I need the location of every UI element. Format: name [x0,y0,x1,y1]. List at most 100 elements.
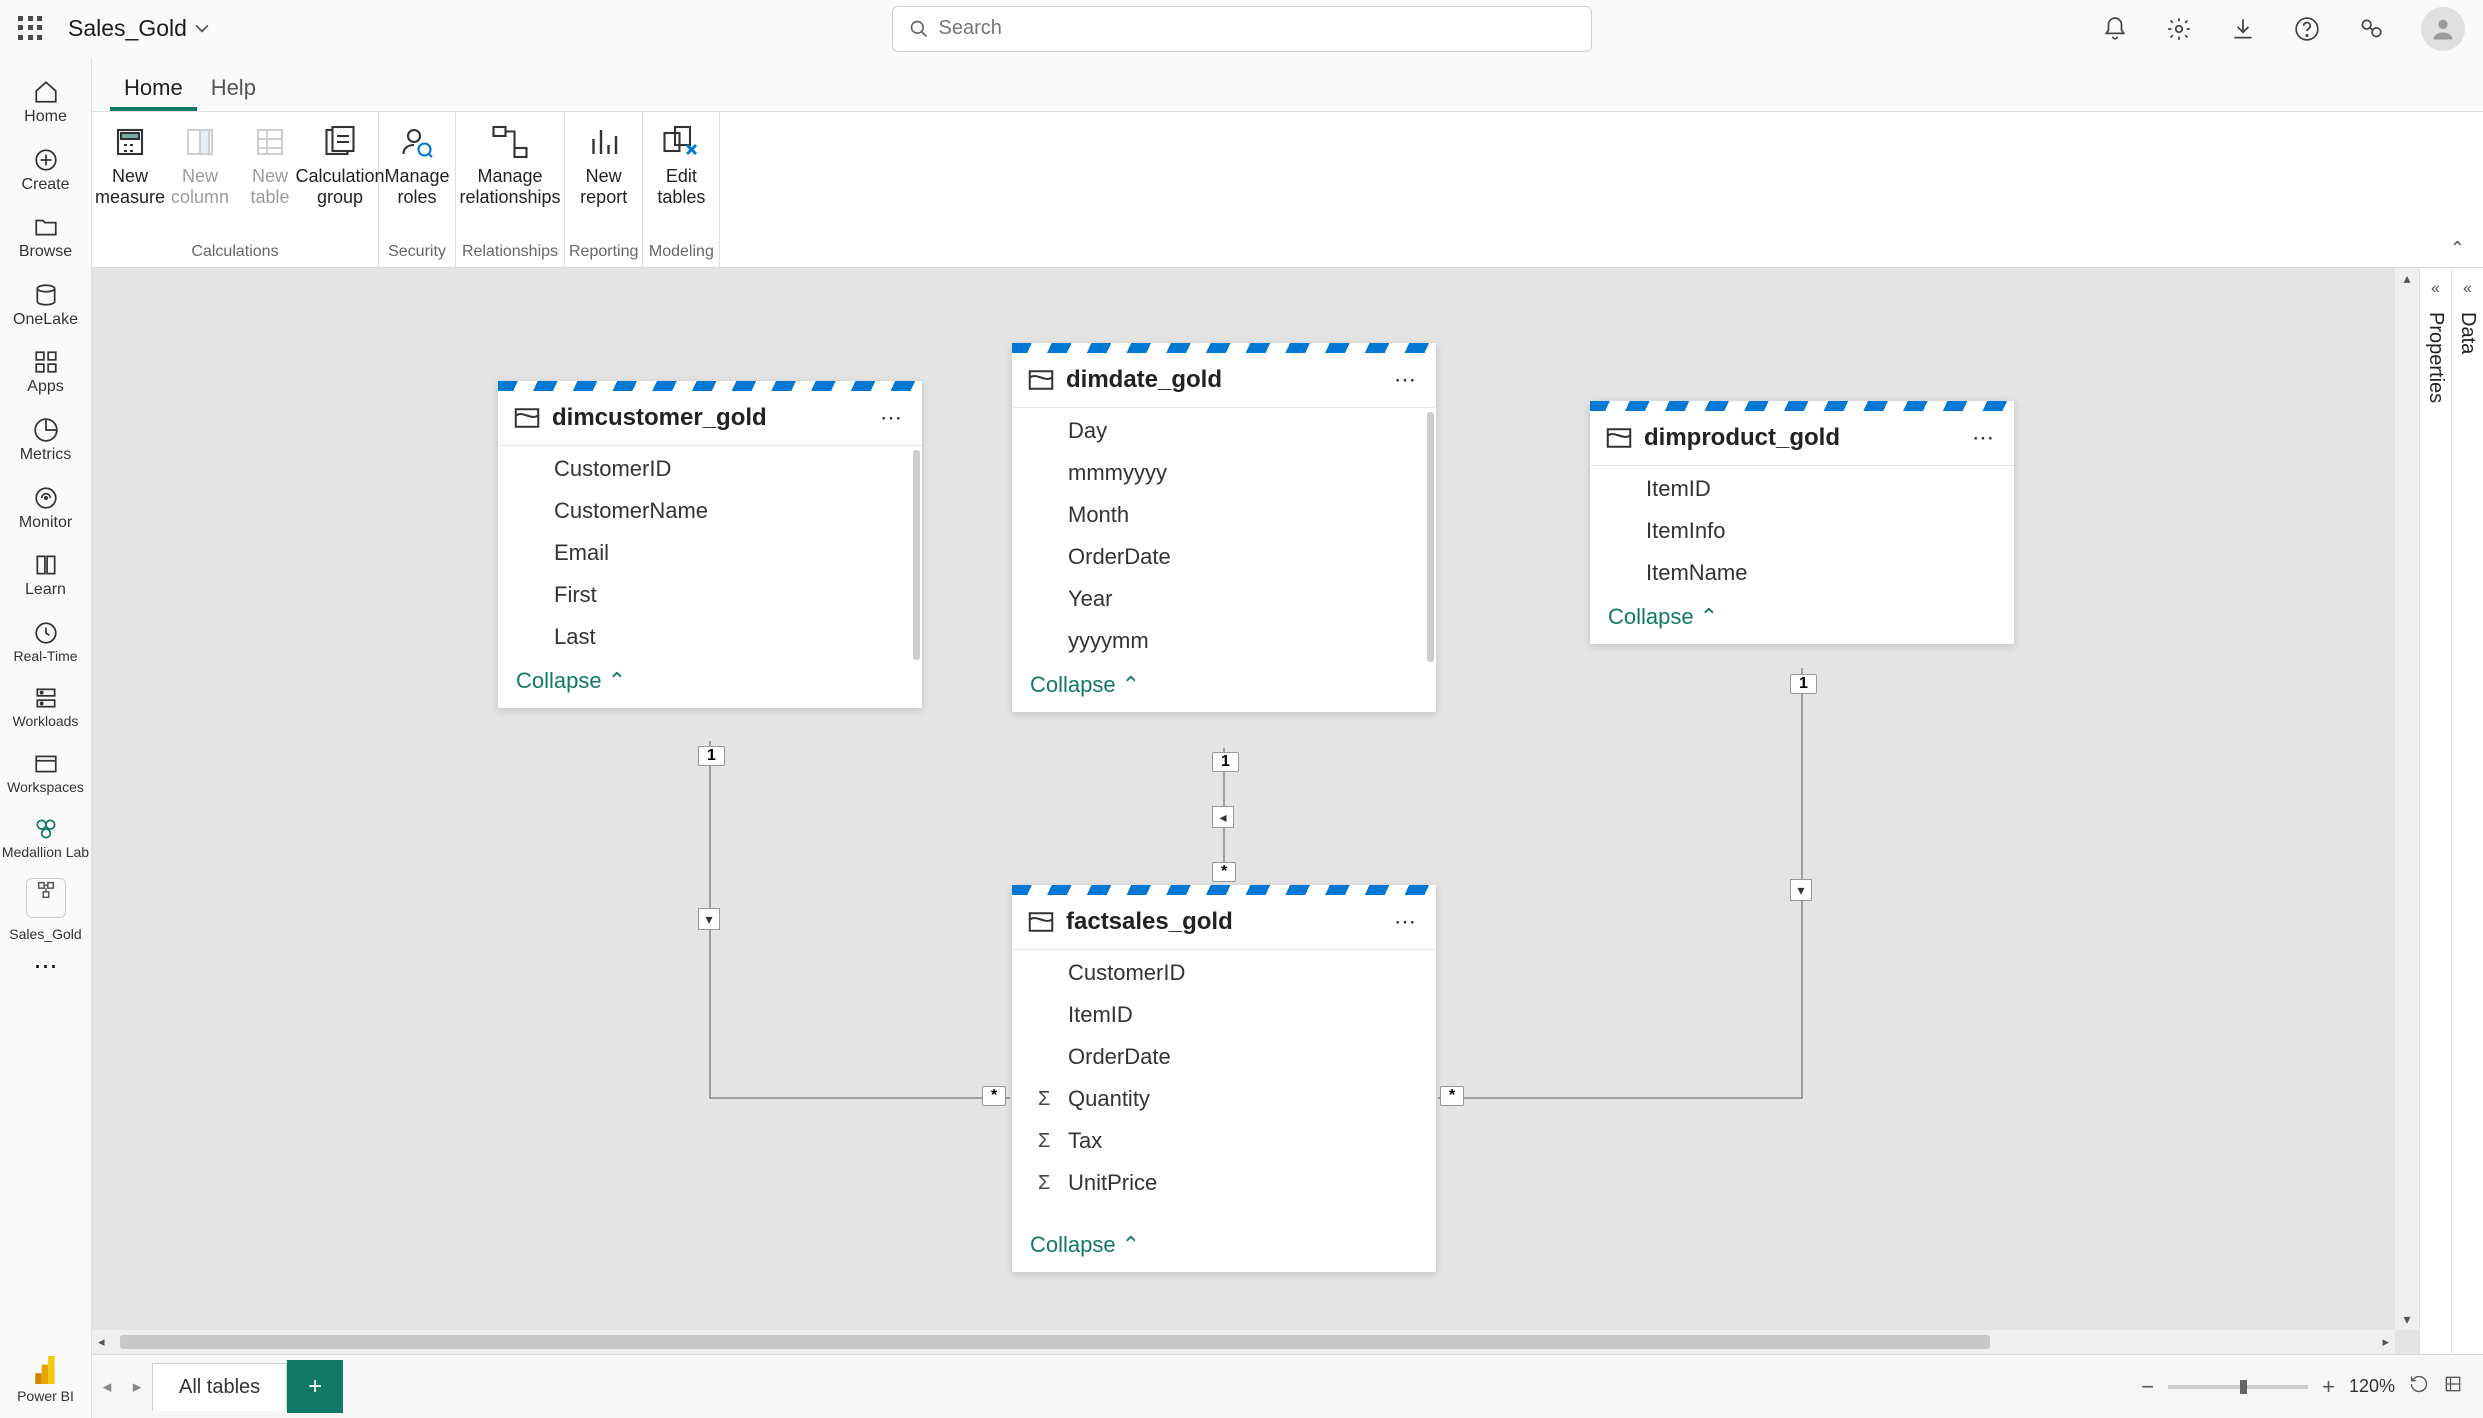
column-row[interactable]: CustomerID [498,448,922,490]
data-pane-collapsed[interactable]: « Data [2451,268,2483,1354]
column-row[interactable]: OrderDate [1012,536,1436,578]
add-layout-tab[interactable]: + [287,1360,343,1413]
search-icon [909,19,929,39]
table-dimcustomer[interactable]: dimcustomer_gold ⋯ CustomerID CustomerNa… [498,381,922,708]
column-row[interactable]: mmmyyyy [1012,452,1436,494]
table-more-icon[interactable]: ⋯ [1966,421,2000,455]
app-launcher-icon[interactable] [18,16,44,42]
new-column-button: New column [166,118,234,211]
tab-help[interactable]: Help [197,75,270,111]
horizontal-scrollbar[interactable]: ◂ ▸ [92,1330,2395,1354]
notifications-icon[interactable] [2101,15,2129,43]
table-dimdate[interactable]: dimdate_gold ⋯ Day mmmyyyy Month OrderDa… [1012,343,1436,712]
prev-tab-arrow[interactable]: ◂ [92,1377,122,1397]
scroll-left-arrow[interactable]: ◂ [98,1334,105,1350]
column-row[interactable]: ItemName [1590,552,2014,594]
column-row[interactable]: Email [498,532,922,574]
calculation-group-button[interactable]: Calculation group [306,118,374,211]
table-stripe [1012,885,1436,895]
rel-direction-arrow: ▾ [698,908,720,930]
rail-medallion-lab[interactable]: Medallion Lab [0,807,91,868]
zoom-reset-icon[interactable] [2409,1374,2429,1399]
sigma-icon: Σ [1038,1172,1050,1195]
settings-icon[interactable] [2165,15,2193,43]
table-more-icon[interactable]: ⋯ [1388,363,1422,397]
column-row[interactable]: ΣQuantity [1012,1078,1436,1120]
search-box[interactable] [892,6,1592,52]
user-avatar[interactable] [2421,7,2465,51]
vertical-scrollbar[interactable]: ▴ ▾ [2395,268,2419,1330]
help-icon[interactable] [2293,15,2321,43]
column-row[interactable]: ΣUnitPrice [1012,1162,1436,1204]
tab-home[interactable]: Home [110,75,197,111]
table-stripe [498,381,922,391]
rail-realtime[interactable]: Real-Time [0,611,91,672]
rail-browse[interactable]: Browse [0,205,91,269]
collapse-link[interactable]: Collapse ⌃ [1030,672,1140,698]
column-row[interactable]: CustomerID [1012,952,1436,994]
column-row[interactable]: ItemID [1012,994,1436,1036]
scroll-up-arrow[interactable]: ▴ [2403,270,2410,287]
rail-learn[interactable]: Learn [0,543,91,607]
column-row[interactable]: Last [498,616,922,658]
table-more-icon[interactable]: ⋯ [874,401,908,435]
collapse-link[interactable]: Collapse ⌃ [1030,1232,1140,1258]
manage-relationships-button[interactable]: Manage relationships [460,118,560,211]
rail-home[interactable]: Home [0,70,91,134]
measure-icon [112,122,148,162]
column-row[interactable]: CustomerName [498,490,922,532]
zoom-out-button[interactable]: − [2141,1374,2154,1400]
properties-pane-collapsed[interactable]: « Properties [2419,268,2451,1354]
rail-footer[interactable]: Power BI [17,1356,74,1404]
column-row[interactable]: ItemID [1590,468,2014,510]
table-scrollbar[interactable] [1427,412,1434,662]
zoom-in-button[interactable]: + [2322,1374,2335,1400]
new-measure-button[interactable]: New measure [96,118,164,211]
collapse-link[interactable]: Collapse ⌃ [1608,604,1718,630]
rail-create[interactable]: Create [0,138,91,202]
rail-more-icon[interactable]: ⋯ [34,952,58,981]
rail-monitor[interactable]: Monitor [0,476,91,540]
scroll-thumb[interactable] [120,1335,1990,1349]
table-more-icon[interactable]: ⋯ [1388,905,1422,939]
collapse-link[interactable]: Collapse ⌃ [516,668,626,694]
column-row[interactable]: OrderDate [1012,1036,1436,1078]
rail-metrics[interactable]: Metrics [0,408,91,472]
model-canvas[interactable]: 1 ▾ * 1 ◂ * 1 ▾ * dimcustomer_gold ⋯ Cus… [92,268,2419,1354]
rail-apps[interactable]: Apps [0,340,91,404]
collapse-ribbon-button[interactable]: ⌃ [2450,238,2465,259]
sigma-icon: Σ [1038,1130,1050,1153]
manage-roles-button[interactable]: Manage roles [383,118,451,211]
layout-tab-alltables[interactable]: All tables [152,1363,287,1411]
home-icon [32,78,60,106]
document-name-dropdown[interactable]: Sales_Gold [68,15,209,42]
new-report-button[interactable]: New report [570,118,638,211]
edit-tables-button[interactable]: Edit tables [647,118,715,211]
rail-salesgold-model[interactable] [26,878,66,918]
column-row[interactable]: First [498,574,922,616]
column-row[interactable]: yyyymm [1012,620,1436,662]
column-row[interactable]: ΣTax [1012,1120,1436,1162]
download-icon[interactable] [2229,15,2257,43]
column-row[interactable]: Month [1012,494,1436,536]
next-tab-arrow[interactable]: ▸ [122,1377,152,1397]
fit-to-page-icon[interactable] [2443,1374,2463,1399]
zoom-slider[interactable] [2168,1385,2308,1389]
bottom-tabs: ◂ ▸ All tables + − + 120% [92,1354,2483,1418]
rail-workloads[interactable]: Workloads [0,676,91,737]
rail-workspaces[interactable]: Workspaces [0,742,91,803]
feedback-icon[interactable] [2357,15,2385,43]
table-factsales[interactable]: factsales_gold ⋯ CustomerID ItemID Order… [1012,885,1436,1272]
table-dimproduct[interactable]: dimproduct_gold ⋯ ItemID ItemInfo ItemNa… [1590,401,2014,644]
column-row[interactable]: ItemInfo [1590,510,2014,552]
search-input[interactable] [939,17,1575,40]
rail-onelake[interactable]: OneLake [0,273,91,337]
table-title: dimdate_gold [1066,366,1222,394]
file-tabs: Home Help [92,58,2483,112]
table-scrollbar[interactable] [913,450,920,660]
scroll-right-arrow[interactable]: ▸ [2382,1334,2389,1350]
scroll-down-arrow[interactable]: ▾ [2403,1311,2410,1328]
column-row[interactable]: Day [1012,410,1436,452]
column-row[interactable]: Year [1012,578,1436,620]
zoom-slider-knob[interactable] [2240,1380,2247,1394]
